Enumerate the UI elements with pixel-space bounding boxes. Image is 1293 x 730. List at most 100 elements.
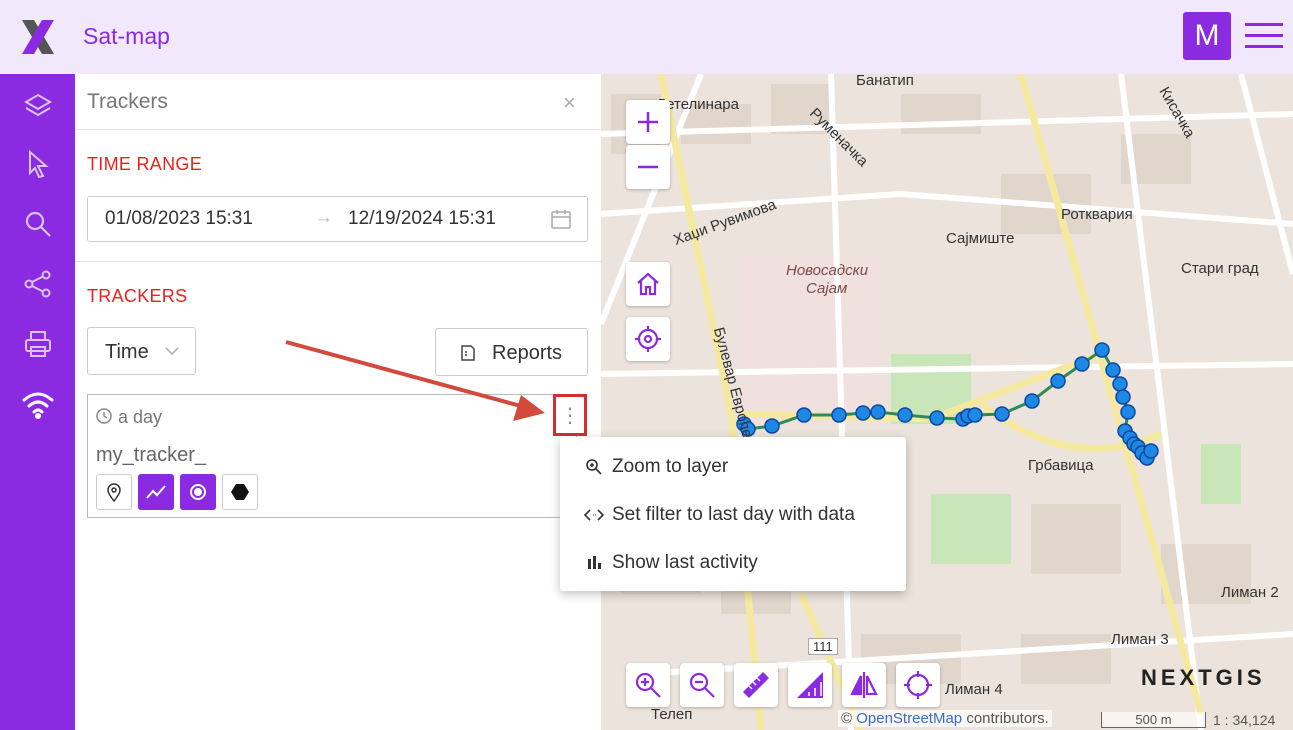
- nextgis-logo: NEXTGIS: [1141, 665, 1266, 690]
- layers-icon: [23, 93, 52, 117]
- map-label: Грбавица: [1028, 457, 1094, 474]
- bar-chart-icon: [588, 556, 601, 569]
- wifi-icon: [22, 392, 53, 419]
- zoom-in-tool-button[interactable]: [626, 663, 670, 707]
- compare-button[interactable]: [842, 663, 886, 707]
- range-end-input[interactable]: 12/19/2024 15:31: [348, 208, 496, 230]
- tracker-period: a day: [118, 407, 163, 427]
- code-icon: [584, 509, 604, 521]
- map-label: Лиман 3: [1111, 631, 1169, 648]
- zoom-out-icon: [689, 672, 715, 698]
- scale-bar: 500 m: [1101, 712, 1206, 728]
- map-label: Новосадски: [786, 262, 869, 279]
- plus-icon: [638, 112, 658, 132]
- home-icon: [637, 272, 659, 296]
- clock-history-icon: [96, 408, 112, 424]
- measure-distance-button[interactable]: [734, 663, 778, 707]
- ruler-icon: [743, 672, 769, 698]
- home-button[interactable]: [626, 262, 670, 306]
- zoom-in-button[interactable]: [626, 100, 670, 144]
- menu-item-zoom-to-layer[interactable]: Zoom to layer: [560, 443, 906, 491]
- trackers-heading: TRACKERS: [87, 286, 188, 306]
- hexagon-icon: [231, 484, 249, 500]
- zoom-out-button[interactable]: [626, 145, 670, 189]
- range-arrow-icon: →: [314, 207, 333, 228]
- map-attribution: © OpenStreetMap contributors.: [838, 710, 1052, 727]
- app-logo-icon[interactable]: [20, 18, 56, 56]
- search-icon: [25, 211, 51, 237]
- menu-icon[interactable]: [1245, 21, 1283, 51]
- chevron-down-icon: [165, 347, 179, 356]
- map-label: Лиман 2: [1221, 584, 1279, 601]
- compare-icon: [850, 672, 878, 698]
- map-pin-icon: [107, 483, 121, 502]
- divider: [75, 129, 601, 130]
- menu-item-set-filter[interactable]: Set filter to last day with data: [560, 491, 906, 539]
- show-location-toggle[interactable]: [180, 474, 216, 510]
- zoom-out-tool-button[interactable]: [680, 663, 724, 707]
- menu-item-label: Zoom to layer: [612, 456, 729, 477]
- divider: [75, 261, 601, 262]
- rail-layers-button[interactable]: [0, 78, 75, 134]
- user-avatar[interactable]: M: [1183, 12, 1231, 60]
- range-start-input[interactable]: 01/08/2023 15:31: [105, 208, 253, 230]
- road-shield: 111: [808, 638, 838, 655]
- report-icon: [461, 345, 475, 361]
- rail-trackers-button[interactable]: [0, 376, 75, 432]
- app-header: Sat-map M: [0, 0, 1293, 74]
- crosshair-icon: [635, 326, 661, 352]
- zoom-layer-icon: [586, 459, 602, 475]
- print-icon: [24, 331, 51, 357]
- map-label: Ротквария: [1061, 206, 1133, 223]
- map-label: Сајмиште: [946, 230, 1015, 247]
- reports-button[interactable]: Reports: [435, 328, 588, 376]
- locate-button[interactable]: [626, 317, 670, 361]
- rail-search-button[interactable]: [0, 196, 75, 252]
- tracker-more-button[interactable]: ⋮: [553, 394, 587, 436]
- map-canvas[interactable]: [601, 74, 1293, 730]
- date-range-picker[interactable]: 01/08/2023 15:31 → 12/19/2024 15:31: [87, 196, 588, 242]
- reports-label: Reports: [492, 342, 563, 364]
- time-range-heading: TIME RANGE: [87, 154, 203, 174]
- share-icon: [24, 270, 50, 298]
- minus-icon: [638, 165, 658, 169]
- zoom-in-icon: [635, 672, 661, 698]
- rail-select-button[interactable]: [0, 136, 75, 192]
- menu-item-label: Set filter to last day with data: [612, 504, 855, 525]
- map-label: Лиман 4: [945, 681, 1003, 698]
- panel-title: Trackers: [87, 90, 168, 113]
- target-icon: [190, 484, 206, 500]
- app-title: Sat-map: [83, 23, 170, 49]
- show-points-toggle[interactable]: [96, 474, 132, 510]
- tracker-card[interactable]: a day my_tracker_: [87, 394, 577, 518]
- show-track-toggle[interactable]: [138, 474, 174, 510]
- scale-ratio: 1 : 34,124: [1213, 712, 1276, 728]
- close-icon[interactable]: ×: [563, 90, 576, 116]
- left-rail: [0, 74, 75, 730]
- map-label: Стари град: [1181, 260, 1259, 277]
- tracker-name: my_tracker_: [96, 444, 207, 466]
- attribution-suffix: contributors.: [966, 710, 1049, 727]
- identify-button[interactable]: [896, 663, 940, 707]
- attribution-prefix: ©: [841, 710, 853, 727]
- time-select[interactable]: Time: [87, 327, 196, 375]
- trackers-panel: Trackers × TIME RANGE 01/08/2023 15:31 →…: [75, 74, 601, 730]
- tracker-context-menu: Zoom to layer Set filter to last day wit…: [560, 437, 906, 591]
- osm-link[interactable]: OpenStreetMap: [856, 710, 962, 727]
- time-select-value: Time: [105, 341, 149, 363]
- menu-item-label: Show last activity: [612, 552, 758, 573]
- map-label: Банатип: [856, 74, 914, 89]
- crosshair-icon: [904, 671, 932, 699]
- rail-share-button[interactable]: [0, 256, 75, 312]
- show-area-toggle[interactable]: [222, 474, 258, 510]
- area-icon: [797, 672, 823, 698]
- calendar-icon[interactable]: [550, 208, 572, 230]
- menu-item-show-last-activity[interactable]: Show last activity: [560, 539, 906, 587]
- map-label: Телеп: [651, 706, 693, 723]
- line-chart-icon: [146, 485, 166, 499]
- rail-print-button[interactable]: [0, 316, 75, 372]
- measure-area-button[interactable]: [788, 663, 832, 707]
- map-label: Сајам: [806, 280, 848, 297]
- cursor-icon: [28, 149, 49, 179]
- map-view[interactable]: Банатип Детелинара Руменачка Кисачка Хаџ…: [601, 74, 1293, 730]
